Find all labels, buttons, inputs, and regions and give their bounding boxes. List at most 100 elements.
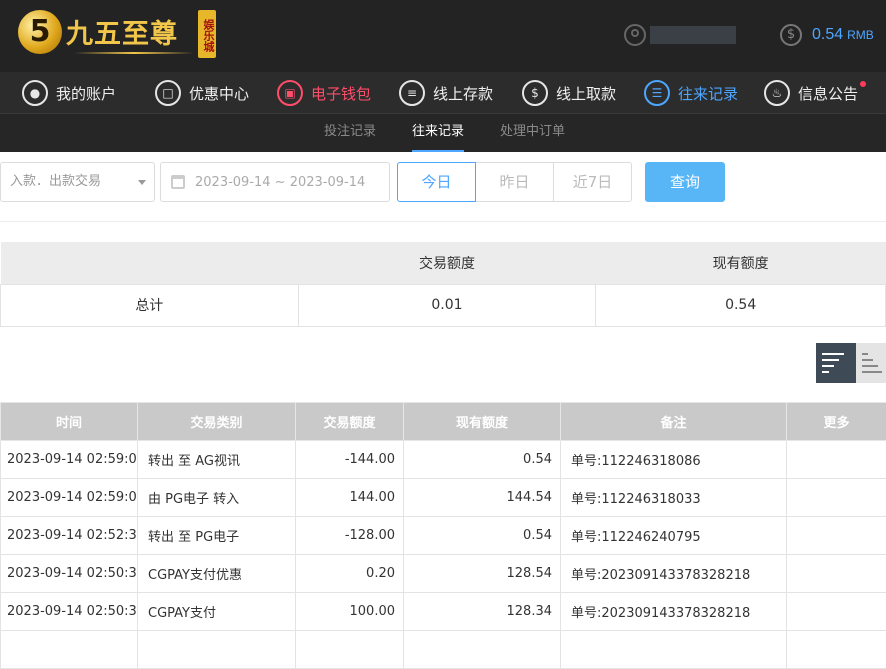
main-nav: ● 我的账户 □ 优惠中心 ▣ 电子钱包 ≡ 线上存款 $ 线上取款 ☰ 往来记… bbox=[0, 72, 886, 114]
chevron-down-icon bbox=[138, 180, 146, 185]
nav-withdraw[interactable]: $ 线上取款 bbox=[522, 72, 616, 114]
summary-header-blank bbox=[1, 242, 299, 284]
username-masked bbox=[650, 26, 736, 44]
nav-label: 往来记录 bbox=[678, 83, 738, 104]
nav-announcements[interactable]: ♨ 信息公告 bbox=[764, 72, 858, 114]
cell-type: CGPAY支付 bbox=[138, 593, 296, 631]
top-header: 5 九五至尊 娱乐城 $ 0.54 RMB bbox=[0, 0, 886, 72]
table-row[interactable]: 2023-09-14 02:59:00 由 PG电子 转入 144.00 144… bbox=[1, 479, 886, 517]
sort-descending-icon[interactable] bbox=[816, 343, 856, 383]
last-7-days-button[interactable]: 近7日 bbox=[553, 162, 632, 202]
tab-pending-orders[interactable]: 处理中订单 bbox=[500, 114, 565, 152]
cell-more[interactable] bbox=[787, 479, 886, 517]
col-balance[interactable]: 现有额度 bbox=[404, 403, 561, 441]
cell-amount bbox=[296, 631, 404, 669]
cell-time: 2023-09-14 02:59:00 bbox=[1, 479, 138, 517]
cell-type: 转出 至 AG视讯 bbox=[138, 441, 296, 479]
withdraw-icon: $ bbox=[522, 80, 548, 106]
deposit-icon: ≡ bbox=[399, 80, 425, 106]
cell-more[interactable] bbox=[787, 517, 886, 555]
col-more[interactable]: 更多 bbox=[787, 403, 886, 441]
nav-label: 线上存款 bbox=[433, 83, 493, 104]
col-time[interactable]: 时间 bbox=[1, 403, 138, 441]
table-row[interactable] bbox=[1, 631, 886, 669]
cell-remark: 单号:112246240795 bbox=[561, 517, 787, 555]
cell-amount: 0.20 bbox=[296, 555, 404, 593]
nav-promotions[interactable]: □ 优惠中心 bbox=[155, 72, 249, 114]
col-remark[interactable]: 备注 bbox=[561, 403, 787, 441]
cell-remark: 单号:112246318033 bbox=[561, 479, 787, 517]
nav-my-account[interactable]: ● 我的账户 bbox=[22, 72, 116, 114]
table-row[interactable]: 2023-09-14 02:50:34 CGPAY支付 100.00 128.3… bbox=[1, 593, 886, 631]
table-row[interactable]: 2023-09-14 02:52:37 转出 至 PG电子 -128.00 0.… bbox=[1, 517, 886, 555]
cell-amount: -144.00 bbox=[296, 441, 404, 479]
tab-bet-records[interactable]: 投注记录 bbox=[324, 114, 376, 152]
today-button[interactable]: 今日 bbox=[397, 162, 476, 202]
site-logo[interactable]: 5 九五至尊 娱乐城 bbox=[18, 8, 218, 64]
transaction-type-select[interactable]: 入款．出款交易 bbox=[0, 162, 155, 202]
query-button[interactable]: 查询 bbox=[645, 162, 725, 202]
user-info[interactable] bbox=[624, 22, 736, 48]
summary-current-balance: 0.54 bbox=[596, 284, 886, 326]
cell-more[interactable] bbox=[787, 555, 886, 593]
dollar-coin-icon: $ bbox=[780, 24, 802, 46]
cell-time bbox=[1, 631, 138, 669]
logo-tag: 娱乐城 bbox=[198, 10, 216, 58]
cell-remark: 单号:112246318086 bbox=[561, 441, 787, 479]
summary-table: 交易额度 现有额度 总计 0.01 0.54 bbox=[0, 242, 886, 327]
cell-amount: 100.00 bbox=[296, 593, 404, 631]
nav-label: 线上取款 bbox=[556, 83, 616, 104]
cell-balance: 144.54 bbox=[404, 479, 561, 517]
table-row[interactable]: 2023-09-14 02:59:00 转出 至 AG视讯 -144.00 0.… bbox=[1, 441, 886, 479]
cell-amount: -128.00 bbox=[296, 517, 404, 555]
cell-more[interactable] bbox=[787, 441, 886, 479]
cell-type bbox=[138, 631, 296, 669]
summary-total-amount: 0.01 bbox=[298, 284, 596, 326]
sub-nav: 投注记录 往来记录 处理中订单 bbox=[0, 114, 886, 152]
gift-icon: □ bbox=[155, 80, 181, 106]
cell-remark bbox=[561, 631, 787, 669]
user-icon: ● bbox=[22, 80, 48, 106]
summary-header-amount: 交易额度 bbox=[298, 242, 596, 284]
cell-balance bbox=[404, 631, 561, 669]
cell-balance: 128.34 bbox=[404, 593, 561, 631]
tab-transactions[interactable]: 往来记录 bbox=[412, 114, 464, 152]
cell-type: 由 PG电子 转入 bbox=[138, 479, 296, 517]
user-icon bbox=[624, 24, 646, 46]
nav-records[interactable]: ☰ 往来记录 bbox=[644, 72, 738, 114]
col-type[interactable]: 交易类别 bbox=[138, 403, 296, 441]
transaction-type-value: 入款．出款交易 bbox=[10, 174, 101, 189]
wallet-icon: ▣ bbox=[277, 80, 303, 106]
nav-label: 优惠中心 bbox=[189, 83, 249, 104]
quick-date-buttons: 今日 昨日 近7日 bbox=[397, 162, 632, 202]
col-amount[interactable]: 交易额度 bbox=[296, 403, 404, 441]
nav-label: 我的账户 bbox=[56, 83, 116, 104]
cell-type: 转出 至 PG电子 bbox=[138, 517, 296, 555]
table-header-row: 时间 交易类别 交易额度 现有额度 备注 更多 bbox=[1, 403, 886, 441]
cell-more[interactable] bbox=[787, 631, 886, 669]
nav-label: 信息公告 bbox=[798, 83, 858, 104]
date-range-picker[interactable]: 2023-09-14 ~ 2023-09-14 bbox=[160, 162, 390, 202]
cell-balance: 128.54 bbox=[404, 555, 561, 593]
cell-remark: 单号:202309143378328218 bbox=[561, 593, 787, 631]
calendar-icon bbox=[171, 175, 185, 189]
cell-time: 2023-09-14 02:50:34 bbox=[1, 593, 138, 631]
records-icon: ☰ bbox=[644, 80, 670, 106]
table-row[interactable]: 2023-09-14 02:50:34 CGPAY支付优惠 0.20 128.5… bbox=[1, 555, 886, 593]
cell-remark: 单号:202309143378328218 bbox=[561, 555, 787, 593]
cell-balance: 0.54 bbox=[404, 517, 561, 555]
balance-display: $ 0.54 RMB bbox=[780, 22, 874, 48]
transactions-table: 时间 交易类别 交易额度 现有额度 备注 更多 2023-09-14 02:59… bbox=[0, 402, 886, 669]
summary-row: 总计 0.01 0.54 bbox=[1, 284, 886, 326]
nav-wallet[interactable]: ▣ 电子钱包 bbox=[277, 72, 371, 114]
sort-ascending-icon[interactable] bbox=[856, 343, 886, 383]
logo-underline bbox=[74, 52, 194, 54]
logo-mark: 5 bbox=[18, 10, 62, 54]
balance-value: 0.54 bbox=[812, 26, 843, 44]
nav-deposit[interactable]: ≡ 线上存款 bbox=[399, 72, 493, 114]
cell-time: 2023-09-14 02:59:00 bbox=[1, 441, 138, 479]
cell-more[interactable] bbox=[787, 593, 886, 631]
balance-unit: RMB bbox=[847, 28, 874, 42]
yesterday-button[interactable]: 昨日 bbox=[475, 162, 554, 202]
date-range-value: 2023-09-14 ~ 2023-09-14 bbox=[195, 175, 365, 190]
